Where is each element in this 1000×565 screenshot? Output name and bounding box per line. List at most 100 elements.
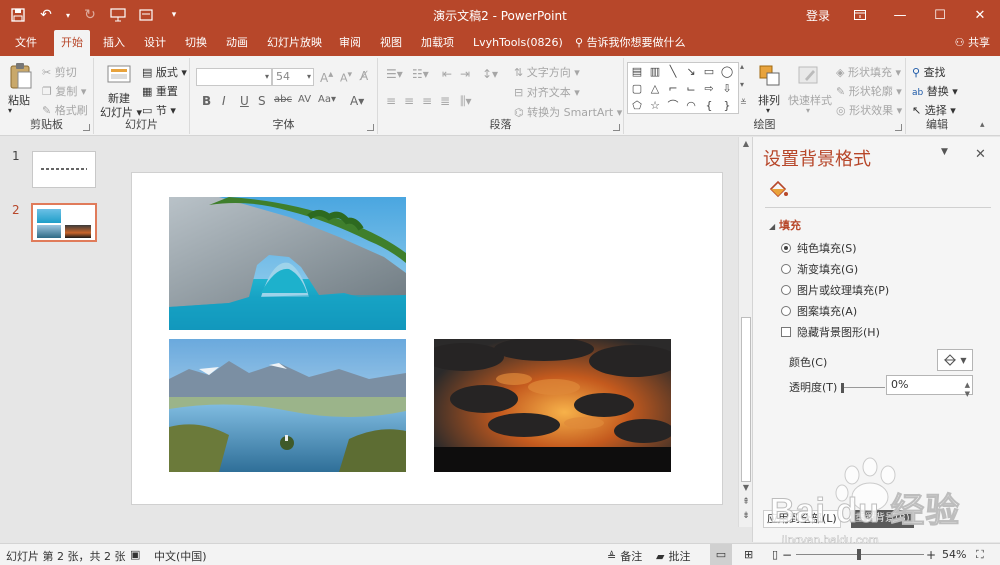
shadow-icon[interactable]: S [258,94,266,108]
tell-me-box[interactable]: ⚲ 告诉我你想要做什么 [575,30,686,56]
line-shape-icon[interactable]: ╲ [666,66,680,78]
gallery-more-icon[interactable]: ≚ [740,98,747,107]
tab-lvyhtools[interactable]: LvyhTools(0826) [466,30,570,56]
share-button[interactable]: ⚇ 共享 [955,30,990,56]
radio-solid-fill[interactable] [781,243,791,253]
shape-outline-button[interactable]: ✎ 形状轮廓 ▾ [836,83,902,99]
star-shape-icon[interactable]: ☆ [648,100,662,112]
font-name-combo[interactable]: ▾ [196,68,272,86]
arc-shape-icon[interactable]: ◠ [684,100,698,112]
bullets-icon[interactable]: ☰▾ [386,67,403,81]
textbox-shape-icon[interactable]: ▤ [630,66,644,78]
clear-format-icon[interactable]: A̸ [360,69,368,83]
shapes-gallery[interactable]: ▤ ▥ ╲ ↘ ▭ ◯ ▢ △ ⌐ ⌙ ⇨ ⇩ ⬠ ☆ ⌒ ◠ { } [627,62,739,114]
paste-icon[interactable] [8,62,34,90]
zoom-out-icon[interactable]: − [782,548,792,562]
pane-close-icon[interactable]: ✕ [975,147,986,162]
reset-button[interactable]: ▦ 重置 [142,83,178,99]
fit-to-window-icon[interactable]: ⛶ [976,548,984,562]
tab-insert[interactable]: 插入 [96,30,132,56]
decrease-indent-icon[interactable]: ⇤ [442,67,452,81]
replace-button[interactable]: ab 替换 ▾ [912,83,958,99]
elbow-arrow-shape-icon[interactable]: ⌙ [684,83,698,95]
zoom-slider-knob[interactable] [857,549,861,560]
arrange-icon[interactable] [758,64,782,88]
collapse-ribbon-icon[interactable]: ▴ [980,120,985,130]
slider-knob[interactable] [841,383,844,393]
italic-icon[interactable]: I [222,94,226,108]
arrow-shape-icon[interactable]: ↘ [684,66,698,78]
triangle-shape-icon[interactable]: △ [648,83,662,95]
radio-gradient-fill[interactable] [781,264,791,274]
picture-lake-valley[interactable] [169,339,406,472]
align-right-icon[interactable]: ≡ [422,94,432,108]
font-size-dropdown-icon[interactable]: ▾ [307,69,311,85]
reset-background-button[interactable]: 重置背景(B) [851,510,914,528]
zoom-level[interactable]: 54% [942,548,966,561]
brace-right-shape-icon[interactable]: } [720,100,734,112]
brace-left-shape-icon[interactable]: { [702,100,716,112]
tab-view[interactable]: 视图 [373,30,409,56]
scroll-down-icon[interactable]: ▼ [739,483,753,492]
option-solid-fill[interactable]: 纯色填充(S) [781,240,857,256]
normal-view-icon[interactable]: ▭ [710,544,732,565]
bold-icon[interactable]: B [202,94,211,108]
pane-options-icon[interactable]: ▼ [941,147,948,157]
font-color-icon[interactable]: A▾ [350,94,364,108]
increase-indent-icon[interactable]: ⇥ [460,67,470,81]
paste-dropdown-icon[interactable]: ▾ [8,106,12,115]
slide-sorter-icon[interactable]: ⊞ [744,548,753,561]
layout-button[interactable]: ▤ 版式 ▾ [142,64,187,80]
font-launcher-icon[interactable] [367,124,374,131]
font-name-dropdown-icon[interactable]: ▾ [265,69,269,85]
checkbox-hide-graphics[interactable] [781,327,791,337]
arrange-dropdown-icon[interactable]: ▾ [766,106,770,115]
option-gradient-fill[interactable]: 渐变填充(G) [781,261,858,277]
zoom-in-icon[interactable]: + [926,548,936,562]
login-link[interactable]: 登录 [806,7,830,24]
justify-icon[interactable]: ≣ [440,94,450,108]
language-indicator[interactable]: 中文(中国) [154,548,207,564]
line-spacing-icon[interactable]: ↕▾ [482,67,498,81]
gallery-down-icon[interactable]: ▾ [740,80,744,89]
current-slide[interactable] [131,172,723,505]
radio-picture-fill[interactable] [781,285,791,295]
picture-sea-arch[interactable] [169,197,406,330]
change-case-icon[interactable]: Aa▾ [318,94,336,105]
tab-addins[interactable]: 加载项 [414,30,461,56]
fill-tab-icon[interactable] [765,177,791,203]
maximize-icon[interactable]: ☐ [920,0,960,30]
strikethrough-icon[interactable]: abc [274,94,292,105]
close-icon[interactable]: ✕ [960,0,1000,30]
vertical-scrollbar[interactable]: ▲ ▼ ⇞ ⇟ [738,137,752,527]
numbering-icon[interactable]: ☷▾ [412,67,429,81]
tab-home[interactable]: 开始 [54,30,90,56]
shrink-font-icon[interactable]: A▾ [340,69,352,85]
gallery-up-icon[interactable]: ▴ [740,62,744,71]
tab-file[interactable]: 文件 [8,30,44,56]
vertical-textbox-shape-icon[interactable]: ▥ [648,66,662,78]
radio-pattern-fill[interactable] [781,306,791,316]
fill-section-header[interactable]: ◢ 填充 [769,217,801,233]
spin-down-icon[interactable]: ▼ [965,385,970,403]
paragraph-launcher-icon[interactable] [613,124,620,131]
tab-design[interactable]: 设计 [137,30,173,56]
cut-button[interactable]: ✂ 剪切 [42,64,77,80]
find-button[interactable]: ⚲ 查找 [912,64,946,80]
align-left-icon[interactable]: ≡ [386,94,396,108]
align-center-icon[interactable]: ≡ [404,94,414,108]
color-picker-button[interactable]: ▼ [937,349,973,371]
copy-button[interactable]: ❐ 复制 ▾ [42,83,86,99]
reading-view-icon[interactable]: ▯ [772,548,778,561]
shape-fill-button[interactable]: ◈ 形状填充 ▾ [836,64,901,80]
quick-styles-icon[interactable] [796,64,822,88]
grow-font-icon[interactable]: A▴ [320,69,333,85]
oval-shape-icon[interactable]: ◯ [720,66,734,78]
down-arrow-shape-icon[interactable]: ⇩ [720,83,734,95]
curve-shape-icon[interactable]: ⌒ [666,100,680,112]
tab-slideshow[interactable]: 幻灯片放映 [260,30,329,56]
minimize-icon[interactable]: — [880,0,920,30]
spellcheck-icon[interactable]: ▣ [130,548,140,561]
slide-counter[interactable]: 幻灯片 第 2 张，共 2 张 [6,548,125,564]
quick-styles-dropdown-icon[interactable]: ▾ [806,106,810,115]
